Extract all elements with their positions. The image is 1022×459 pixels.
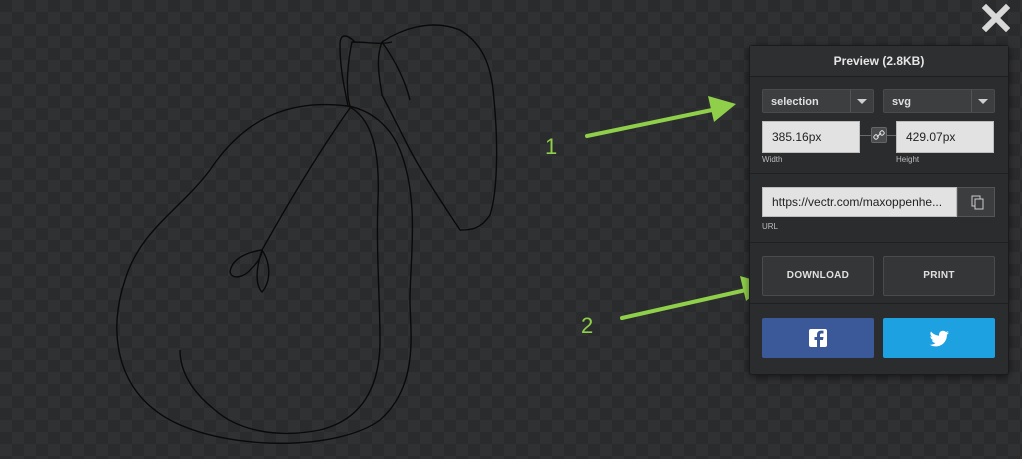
height-label: Height	[896, 155, 920, 164]
chevron-down-icon	[971, 90, 994, 112]
annotation-step-2: 2	[581, 313, 594, 338]
export-preview-panel: Preview (2.8KB) selection svg Width Heig…	[749, 45, 1009, 375]
copy-url-button[interactable]	[957, 187, 995, 217]
twitter-icon	[929, 330, 949, 347]
twitter-share-button[interactable]	[883, 318, 995, 358]
download-button[interactable]: DOWNLOAD	[762, 256, 874, 296]
pear-drawing	[116, 24, 498, 444]
aspect-lock-button[interactable]	[871, 127, 887, 143]
url-label: URL	[762, 222, 779, 231]
divider	[750, 242, 1008, 243]
print-button[interactable]: PRINT	[883, 256, 995, 296]
link-line	[860, 135, 871, 136]
scope-select-value: selection	[771, 96, 819, 108]
width-input[interactable]	[762, 121, 860, 153]
facebook-icon	[809, 329, 827, 347]
annotation-step-1: 1	[545, 134, 558, 159]
divider	[750, 173, 1008, 174]
url-input[interactable]	[762, 187, 957, 217]
panel-title: Preview (2.8KB)	[750, 46, 1008, 77]
close-icon[interactable]	[981, 3, 1011, 33]
divider	[750, 303, 1008, 304]
format-select[interactable]: svg	[883, 89, 995, 113]
link-line	[887, 135, 896, 136]
height-input[interactable]	[896, 121, 994, 153]
link-icon	[873, 130, 885, 140]
width-label: Width	[762, 155, 783, 164]
format-select-value: svg	[892, 96, 911, 108]
clipboard-icon	[971, 195, 984, 210]
facebook-share-button[interactable]	[762, 318, 874, 358]
chevron-down-icon	[850, 90, 873, 112]
scope-select[interactable]: selection	[762, 89, 874, 113]
